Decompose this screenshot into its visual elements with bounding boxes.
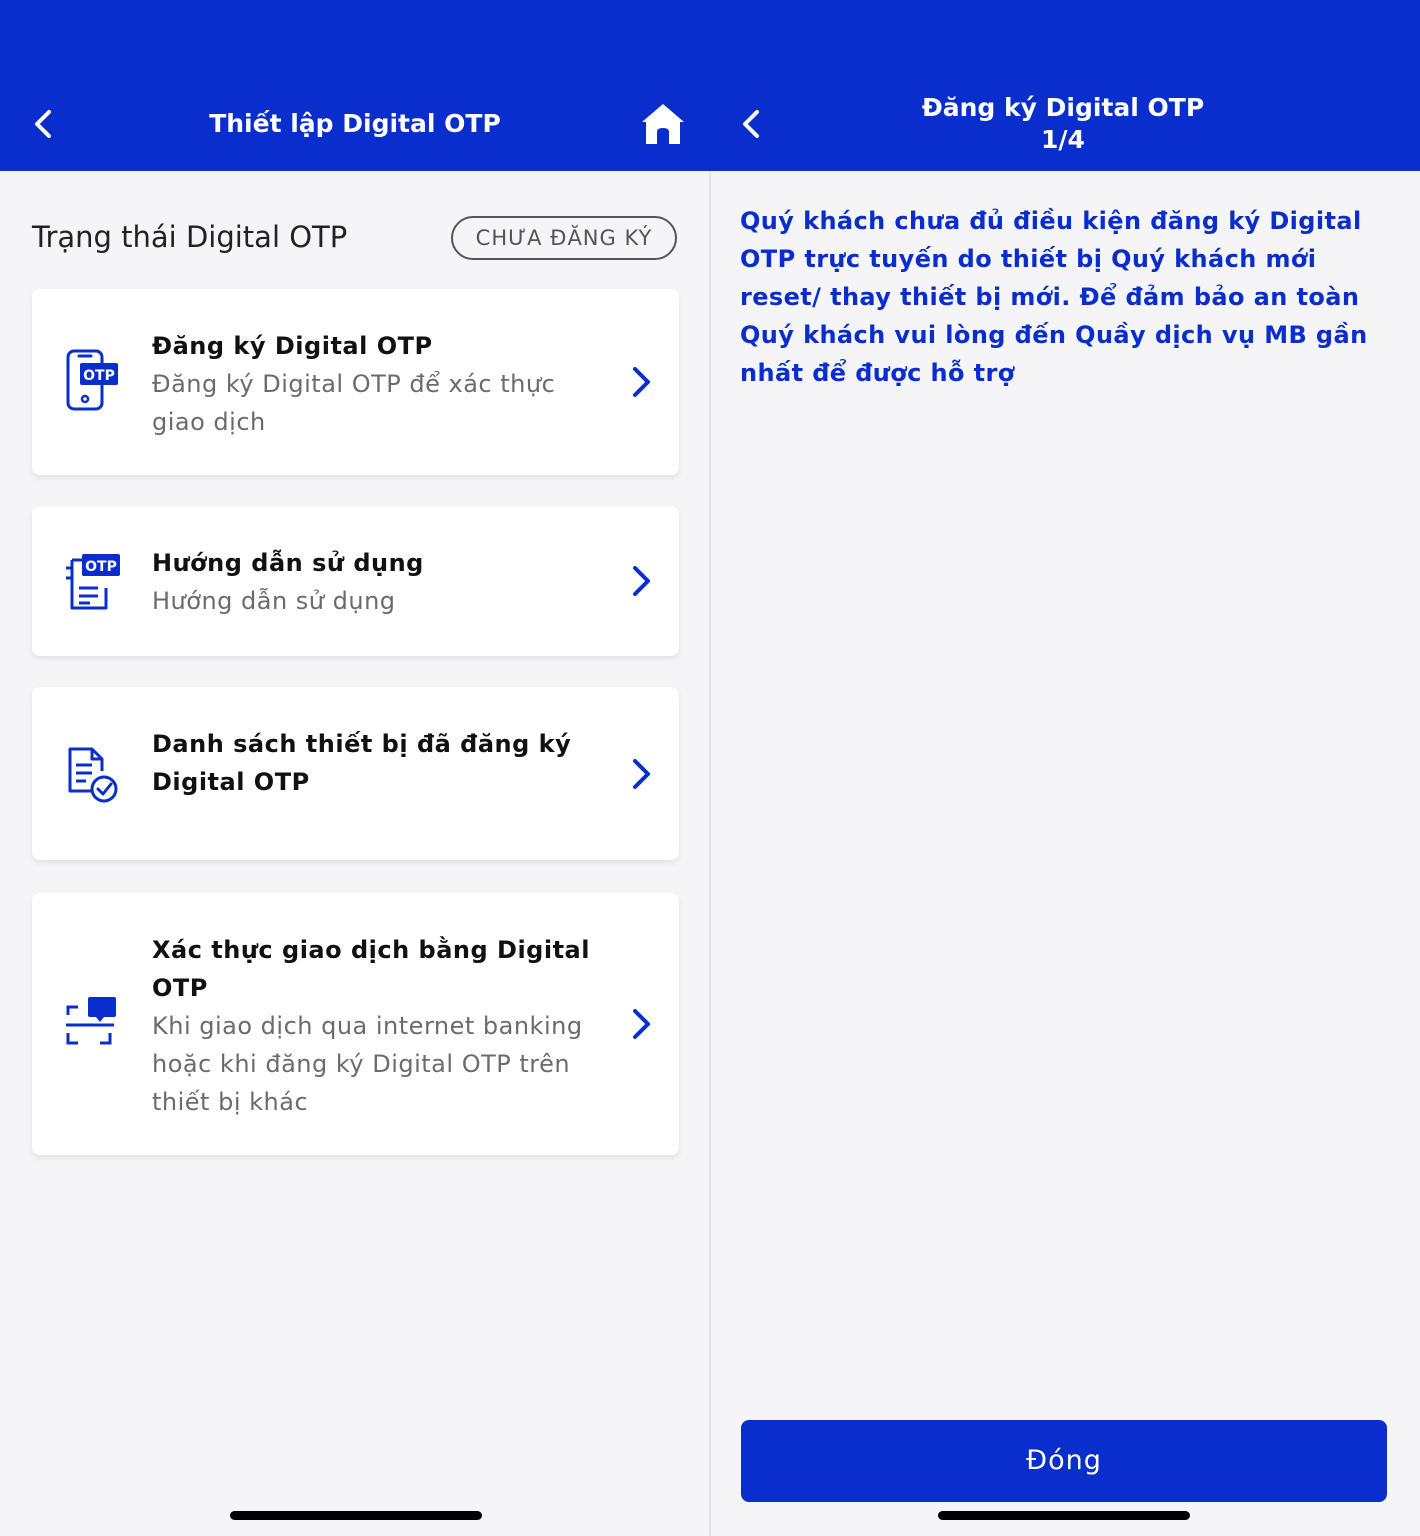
home-button[interactable] bbox=[640, 102, 686, 146]
chevron-right-icon bbox=[633, 759, 650, 789]
card-desc: Đăng ký Digital OTP để xác thực giao dịc… bbox=[152, 370, 556, 436]
right-back-button[interactable] bbox=[732, 104, 772, 144]
home-icon bbox=[642, 104, 684, 144]
otp-phone-icon: OTP bbox=[66, 349, 118, 411]
card-title: Danh sách thiết bị đã đăng ký Digital OT… bbox=[152, 730, 572, 796]
right-title-text: Đăng ký Digital OTP bbox=[921, 93, 1205, 122]
close-button[interactable]: Đóng bbox=[741, 1420, 1387, 1502]
ineligible-message: Quý khách chưa đủ điều kiện đăng ký Digi… bbox=[740, 207, 1368, 387]
status-badge: CHƯA ĐĂNG KÝ bbox=[451, 216, 677, 260]
otp-guide-icon: OTP bbox=[66, 554, 120, 610]
chevron-right-icon bbox=[633, 1009, 650, 1039]
card-verify-transaction[interactable]: Xác thực giao dịch bằng Digital OTP Khi … bbox=[32, 893, 679, 1155]
card-register-otp[interactable]: OTP Đăng ký Digital OTP Đăng ký Digital … bbox=[32, 289, 679, 475]
chevron-right-icon bbox=[633, 566, 650, 596]
card-desc: Khi giao dịch qua internet banking hoặc … bbox=[152, 1012, 583, 1116]
card-registered-devices[interactable]: Danh sách thiết bị đã đăng ký Digital OT… bbox=[32, 687, 679, 860]
panel-divider bbox=[709, 171, 711, 1536]
card-title: Hướng dẫn sử dụng bbox=[152, 549, 424, 577]
right-home-indicator bbox=[938, 1511, 1190, 1520]
card-desc: Hướng dẫn sử dụng bbox=[152, 587, 396, 615]
device-list-check-icon bbox=[68, 747, 118, 803]
chevron-right-icon bbox=[633, 367, 650, 397]
left-home-indicator bbox=[230, 1511, 482, 1520]
right-page-title: Đăng ký Digital OTP 1/4 bbox=[880, 92, 1246, 156]
status-label: Trạng thái Digital OTP bbox=[32, 220, 348, 254]
card-title: Đăng ký Digital OTP bbox=[152, 332, 433, 360]
svg-text:OTP: OTP bbox=[85, 559, 117, 575]
left-back-button[interactable] bbox=[24, 104, 64, 144]
chevron-left-icon bbox=[35, 110, 51, 138]
card-user-guide[interactable]: OTP Hướng dẫn sử dụng Hướng dẫn sử dụng bbox=[32, 506, 679, 656]
scan-verify-icon bbox=[66, 997, 116, 1045]
svg-text:OTP: OTP bbox=[83, 368, 115, 384]
left-page-title: Thiết lập Digital OTP bbox=[209, 109, 501, 138]
chevron-left-icon bbox=[743, 110, 759, 138]
card-title: Xác thực giao dịch bằng Digital OTP bbox=[152, 936, 590, 1002]
step-indicator: 1/4 bbox=[1041, 125, 1085, 154]
